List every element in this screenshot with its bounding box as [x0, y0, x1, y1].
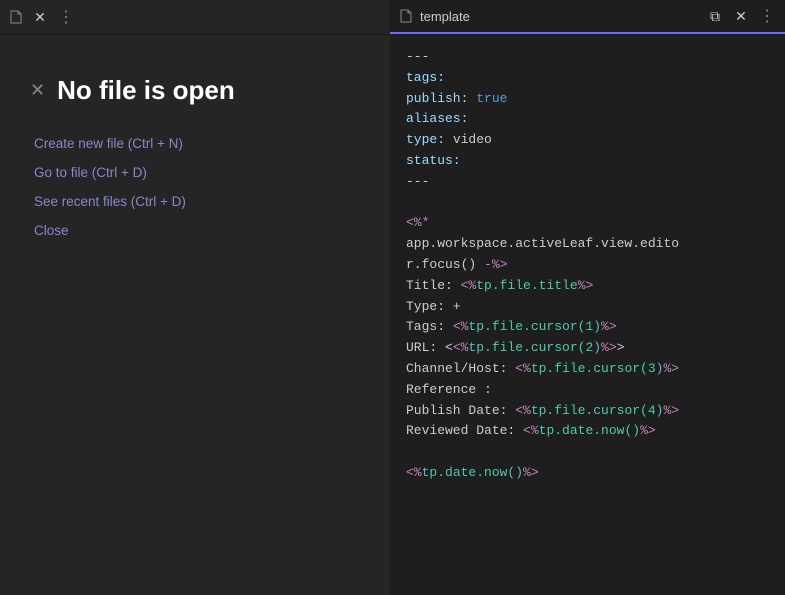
code-line: Title: <%tp.file.title%>	[406, 276, 769, 297]
code-line: ---	[406, 172, 769, 193]
code-line: r.focus() -%>	[406, 255, 769, 276]
action-close[interactable]: Close	[34, 221, 360, 240]
action-create-new[interactable]: Create new file (Ctrl + N)	[34, 134, 360, 153]
code-line: ---	[406, 47, 769, 68]
code-line: Channel/Host: <%tp.file.cursor(3)%>	[406, 359, 769, 380]
code-line	[406, 442, 769, 463]
tab-more-right[interactable]: ⋮	[757, 6, 777, 26]
no-file-close-icon[interactable]: ✕	[30, 80, 45, 101]
code-line: URL: <<%tp.file.cursor(2)%>>	[406, 338, 769, 359]
tab-left: ✕ ⋮	[0, 0, 390, 34]
action-go-to-file[interactable]: Go to file (Ctrl + D)	[34, 163, 360, 182]
tab-close-left[interactable]: ✕	[30, 7, 50, 27]
code-line: tags:	[406, 68, 769, 89]
code-line: <%*	[406, 213, 769, 234]
right-panel[interactable]: --- tags: publish: true aliases: type: v…	[390, 35, 785, 595]
code-line: app.workspace.activeLeaf.view.edito	[406, 234, 769, 255]
tab-close-right[interactable]: ✕	[731, 6, 751, 26]
code-line	[406, 193, 769, 214]
tab-title-right: template	[420, 9, 699, 24]
code-line: type: video	[406, 130, 769, 151]
code-line: status:	[406, 151, 769, 172]
code-line: Type: +	[406, 297, 769, 318]
tab-right: template ⧉ ✕ ⋮	[390, 0, 785, 34]
code-line: Reviewed Date: <%tp.date.now()%>	[406, 421, 769, 442]
tab-bar: ✕ ⋮ template ⧉ ✕ ⋮	[0, 0, 785, 35]
code-line: Publish Date: <%tp.file.cursor(4)%>	[406, 401, 769, 422]
file-icon-left	[8, 9, 24, 25]
action-recent-files[interactable]: See recent files (Ctrl + D)	[34, 192, 360, 211]
main-content: ✕ No file is open Create new file (Ctrl …	[0, 35, 785, 595]
no-file-actions: Create new file (Ctrl + N) Go to file (C…	[30, 134, 360, 240]
tab-split-right[interactable]: ⧉	[705, 6, 725, 26]
code-line: aliases:	[406, 109, 769, 130]
code-line: Tags: <%tp.file.cursor(1)%>	[406, 317, 769, 338]
no-file-title: No file is open	[57, 75, 235, 106]
code-line: <%tp.date.now()%>	[406, 463, 769, 484]
code-line: publish: true	[406, 89, 769, 110]
left-panel: ✕ No file is open Create new file (Ctrl …	[0, 35, 390, 595]
code-line: Reference :	[406, 380, 769, 401]
file-icon-right	[398, 8, 414, 24]
no-file-header: ✕ No file is open	[30, 75, 360, 106]
tab-more-left[interactable]: ⋮	[56, 7, 76, 27]
